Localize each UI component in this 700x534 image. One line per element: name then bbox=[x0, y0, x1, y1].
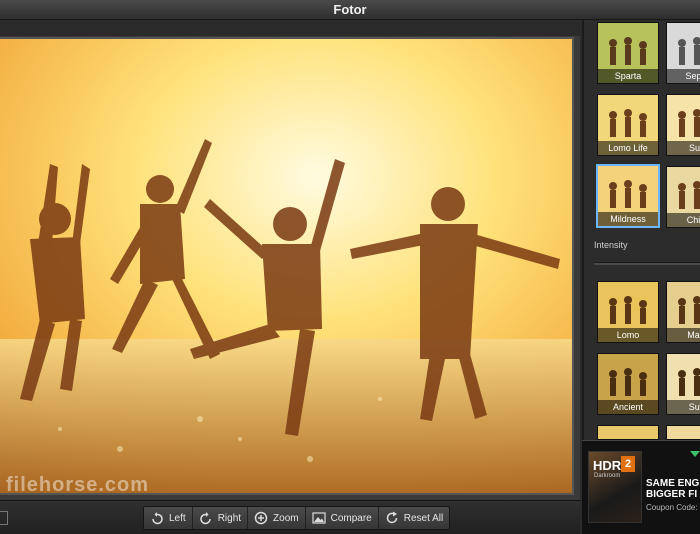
effect-thumb-partial[interactable] bbox=[666, 425, 700, 440]
compare-label: Compare bbox=[330, 512, 372, 524]
reset-all-button[interactable]: Reset All bbox=[379, 507, 449, 529]
effect-thumb[interactable]: Sutr bbox=[666, 353, 700, 415]
zoom-label: Zoom bbox=[273, 512, 299, 524]
rotate-right-icon bbox=[200, 512, 211, 525]
effect-thumb-selected[interactable]: Mildness bbox=[596, 164, 660, 228]
effect-thumb[interactable]: Ancient bbox=[597, 353, 659, 415]
watermark: filehorse.com bbox=[6, 474, 150, 496]
effect-thumb[interactable]: Mald bbox=[666, 281, 700, 343]
effect-label: Ancient bbox=[598, 400, 658, 414]
rotate-right-button[interactable]: Right bbox=[193, 507, 249, 529]
effect-preview bbox=[667, 426, 700, 439]
top-strip bbox=[0, 20, 580, 36]
effect-thumb-partial[interactable] bbox=[597, 425, 659, 440]
hdr-product-box: HDR 2 Darkroom bbox=[588, 451, 642, 523]
zoom-icon bbox=[254, 511, 268, 525]
ad-product-name: HDR bbox=[593, 458, 622, 473]
effect-label: Sparta bbox=[598, 69, 658, 83]
title-bar: Fotor bbox=[0, 0, 700, 20]
effect-preview bbox=[598, 426, 658, 439]
fit-icon[interactable] bbox=[0, 511, 8, 525]
ad-indicator-icon bbox=[690, 451, 700, 457]
effect-label: Mildness bbox=[598, 212, 658, 226]
ad-banner[interactable]: HDR 2 Darkroom SAME ENGI BIGGER FI Coupo… bbox=[582, 440, 700, 534]
effect-thumb[interactable]: Lomo Life bbox=[597, 94, 659, 156]
image-tools: Left Right Zoom Compare Reset All bbox=[143, 506, 451, 530]
rotate-left-label: Left bbox=[169, 512, 186, 524]
effect-label: Sepia bbox=[667, 69, 700, 83]
intensity-label: Intensity bbox=[594, 240, 628, 250]
ad-coupon: Coupon Code: F bbox=[646, 503, 700, 512]
ad-version-badge: 2 bbox=[621, 456, 635, 472]
effect-thumb[interactable]: Sun bbox=[666, 94, 700, 156]
zoom-button[interactable]: Zoom bbox=[248, 507, 306, 529]
compare-icon bbox=[312, 512, 326, 524]
effect-thumb[interactable]: Child bbox=[666, 166, 700, 228]
effect-thumb[interactable]: Lomo bbox=[597, 281, 659, 343]
rotate-left-icon bbox=[152, 512, 163, 525]
effect-thumb[interactable]: Sparta bbox=[597, 22, 659, 84]
effect-label: Mald bbox=[667, 328, 700, 342]
rotate-right-label: Right bbox=[217, 512, 242, 524]
ad-headline-1: SAME ENGI bbox=[646, 478, 700, 489]
rotate-left-button[interactable]: Left bbox=[144, 507, 193, 529]
effect-label: Child bbox=[667, 213, 700, 227]
compare-button[interactable]: Compare bbox=[306, 507, 379, 529]
effect-thumb[interactable]: Sepia bbox=[666, 22, 700, 84]
intensity-slider[interactable] bbox=[594, 262, 700, 265]
effect-label: Lomo bbox=[598, 328, 658, 342]
reset-icon bbox=[386, 511, 397, 524]
ad-headline-2: BIGGER FI bbox=[646, 489, 698, 500]
reset-all-label: Reset All bbox=[403, 512, 444, 524]
effect-label: Lomo Life bbox=[598, 141, 658, 155]
main-photo[interactable] bbox=[0, 37, 574, 495]
ad-product-sub: Darkroom bbox=[594, 473, 621, 479]
effect-label: Sutr bbox=[667, 400, 700, 414]
effect-label: Sun bbox=[667, 141, 700, 155]
window-title: Fotor bbox=[333, 2, 367, 17]
